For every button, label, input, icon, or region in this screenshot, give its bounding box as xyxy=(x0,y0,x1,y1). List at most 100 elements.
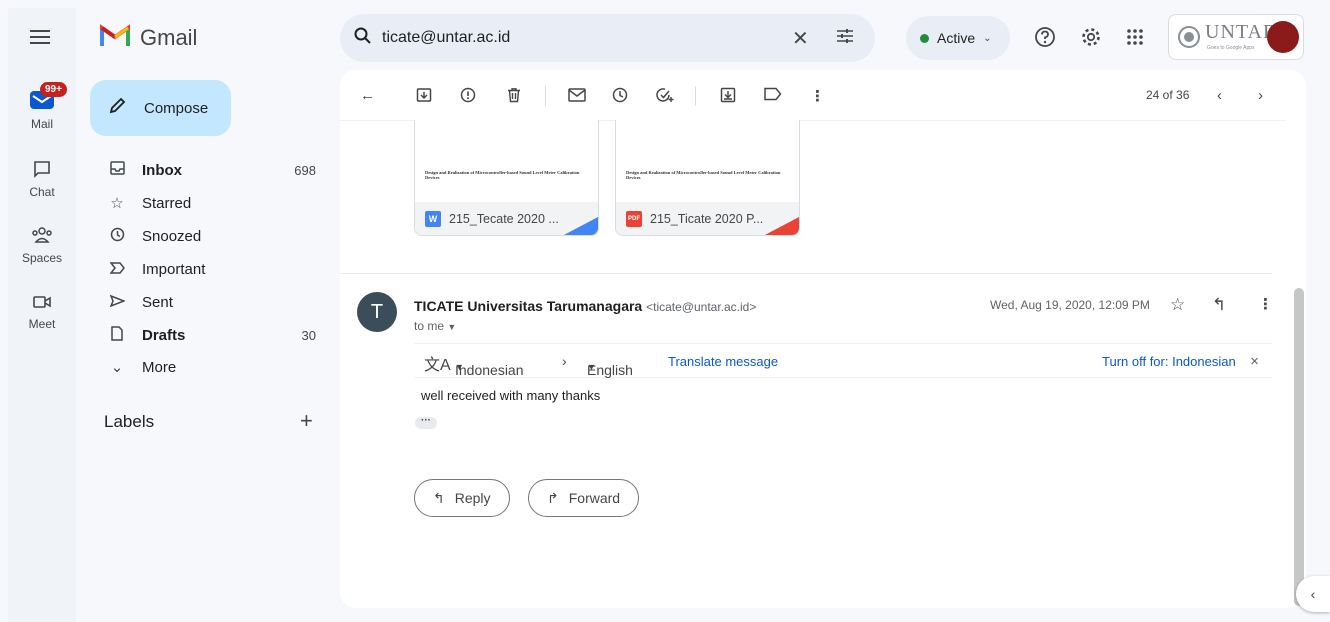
translate-bar: 文A Indonesian ▼ › English ▼ Translate me… xyxy=(414,343,1272,378)
untar-seal-icon xyxy=(1177,25,1201,54)
message-body: well received with many thanks xyxy=(421,388,601,403)
nav-item-starred[interactable]: ☆ Starred xyxy=(90,188,330,218)
nav-label: Important xyxy=(142,260,206,278)
compose-label: Compose xyxy=(144,99,209,117)
attachment-preview: Design and Realization of Microcontrolle… xyxy=(425,170,585,180)
send-icon xyxy=(106,294,128,311)
main-menu-icon[interactable] xyxy=(30,30,50,48)
search-options-icon[interactable] xyxy=(836,27,854,50)
message-date: Wed, Aug 19, 2020, 12:09 PM xyxy=(990,298,1150,312)
clear-search-icon[interactable]: ✕ xyxy=(792,26,809,51)
forward-arrow-icon: ↱ xyxy=(547,489,559,506)
org-logo-subtext: Goes to Google Apps xyxy=(1207,45,1255,51)
add-label-icon[interactable]: + xyxy=(300,408,313,434)
attachment-footer: PDF 215_Ticate 2020 P... xyxy=(616,202,799,235)
attachment-card[interactable]: Design and Realization of Microcontrolle… xyxy=(414,120,599,236)
star-icon[interactable]: ☆ xyxy=(1170,295,1185,315)
close-icon[interactable]: ✕ xyxy=(1250,355,1259,368)
attachment-card[interactable]: Design and Realization of Microcontrolle… xyxy=(615,120,800,236)
inbox-icon xyxy=(106,161,128,179)
mark-unread-icon[interactable] xyxy=(568,87,586,107)
settings-gear-icon[interactable] xyxy=(1080,26,1102,53)
status-label: Active xyxy=(937,30,976,46)
attachment-preview: Design and Realization of Microcontrolle… xyxy=(626,170,786,180)
nav-label: More xyxy=(142,358,177,376)
inbox-count: 698 xyxy=(294,162,316,178)
show-side-panel-button[interactable]: ‹ xyxy=(1296,576,1330,612)
move-to-icon[interactable] xyxy=(720,87,736,107)
reply-button[interactable]: ↰ Reply xyxy=(414,479,510,517)
rail-spaces-label: Spaces xyxy=(21,251,63,265)
archive-icon[interactable] xyxy=(416,87,432,107)
sender-avatar[interactable]: T xyxy=(357,292,397,332)
file-corner xyxy=(763,216,799,235)
app-name: Gmail xyxy=(140,24,198,50)
nav-item-inbox[interactable]: Inbox 698 xyxy=(90,155,330,185)
nav-item-important[interactable]: Important xyxy=(90,254,330,284)
nav-label: Snoozed xyxy=(142,227,202,245)
compose-button[interactable]: Compose xyxy=(90,80,231,136)
pagination-text: 24 of 36 xyxy=(1146,88,1190,102)
attachment-name: 215_Ticate 2020 P... xyxy=(650,212,764,226)
reply-arrow-icon: ↰ xyxy=(433,489,445,506)
search-bar[interactable]: ticate@untar.ac.id ✕ xyxy=(340,14,875,62)
reply-label: Reply xyxy=(454,490,491,506)
labels-heading: Labels xyxy=(104,412,155,431)
more-vert-icon[interactable]: ⋮ xyxy=(1258,295,1273,313)
sender-name[interactable]: TICATE Universitas Tarumanagara xyxy=(414,298,642,314)
scrollbar[interactable] xyxy=(1294,288,1304,606)
recipients-toggle[interactable]: to me ▼ xyxy=(414,319,456,333)
rail-mail-label: Mail xyxy=(30,117,53,131)
delete-icon[interactable] xyxy=(506,87,522,107)
nav-item-more[interactable]: ⌄ More xyxy=(90,352,330,382)
back-arrow-icon[interactable]: ← xyxy=(360,87,375,104)
chevron-down-icon: ⌄ xyxy=(983,32,992,44)
nav-label: Sent xyxy=(142,293,173,311)
chat-icon xyxy=(8,160,76,181)
rail-spaces[interactable]: Spaces xyxy=(8,226,76,265)
gmail-logo[interactable]: Gmail xyxy=(100,24,197,51)
drafts-count: 30 xyxy=(301,327,316,343)
rail-mail[interactable]: 99+ Mail xyxy=(8,82,76,131)
source-language: Indonesian xyxy=(455,362,524,378)
reply-icon[interactable]: ↰ xyxy=(1212,295,1226,315)
message-divider xyxy=(340,273,1272,274)
status-dropdown[interactable]: Active ⌄ xyxy=(906,16,1010,60)
more-vert-icon[interactable]: ⋮ xyxy=(810,87,825,105)
turn-off-translation-link[interactable]: Turn off for: Indonesian xyxy=(1102,354,1236,369)
translate-message-link[interactable]: Translate message xyxy=(668,354,778,369)
attachment-footer: W 215_Tecate 2020 ... xyxy=(415,202,598,235)
spaces-icon xyxy=(8,226,76,247)
draft-icon xyxy=(106,325,128,345)
prev-chevron-icon[interactable]: ‹ xyxy=(1217,87,1222,104)
video-camera-icon xyxy=(8,294,76,313)
report-spam-icon[interactable] xyxy=(460,87,476,107)
forward-label: Forward xyxy=(568,490,621,506)
label-tag-icon[interactable] xyxy=(764,87,782,105)
star-icon: ☆ xyxy=(110,195,124,212)
forward-button[interactable]: ↱ Forward xyxy=(528,479,640,517)
chevron-down-icon: ⌄ xyxy=(110,359,124,376)
next-chevron-icon[interactable]: › xyxy=(1258,87,1263,104)
account-switcher[interactable]: UNTAR Goes to Google Apps xyxy=(1168,14,1304,60)
show-trimmed-content-button[interactable]: ··· xyxy=(415,416,437,429)
help-icon[interactable] xyxy=(1034,26,1056,53)
caret-down-icon: ▼ xyxy=(447,322,457,332)
nav-item-drafts[interactable]: Drafts 30 xyxy=(90,320,330,350)
attachment-doc-title: Design and Realization of Microcontrolle… xyxy=(626,170,781,180)
gmail-m-icon xyxy=(100,24,130,51)
snooze-clock-icon[interactable] xyxy=(612,87,628,107)
nav-label: Inbox xyxy=(142,161,182,179)
pencil-icon xyxy=(108,97,126,119)
nav-item-snoozed[interactable]: Snoozed xyxy=(90,221,330,251)
search-input[interactable]: ticate@untar.ac.id xyxy=(382,29,510,47)
rail-meet[interactable]: Meet xyxy=(8,294,76,331)
toolbar-divider xyxy=(545,86,546,106)
nav-item-sent[interactable]: Sent xyxy=(90,287,330,317)
apps-grid-icon[interactable] xyxy=(1126,28,1144,51)
rail-chat[interactable]: Chat xyxy=(8,160,76,199)
add-task-icon[interactable] xyxy=(656,87,674,107)
avatar[interactable] xyxy=(1267,21,1299,53)
search-icon xyxy=(354,27,372,50)
attachment-doc-title: Design and Realization of Microcontrolle… xyxy=(425,170,580,180)
